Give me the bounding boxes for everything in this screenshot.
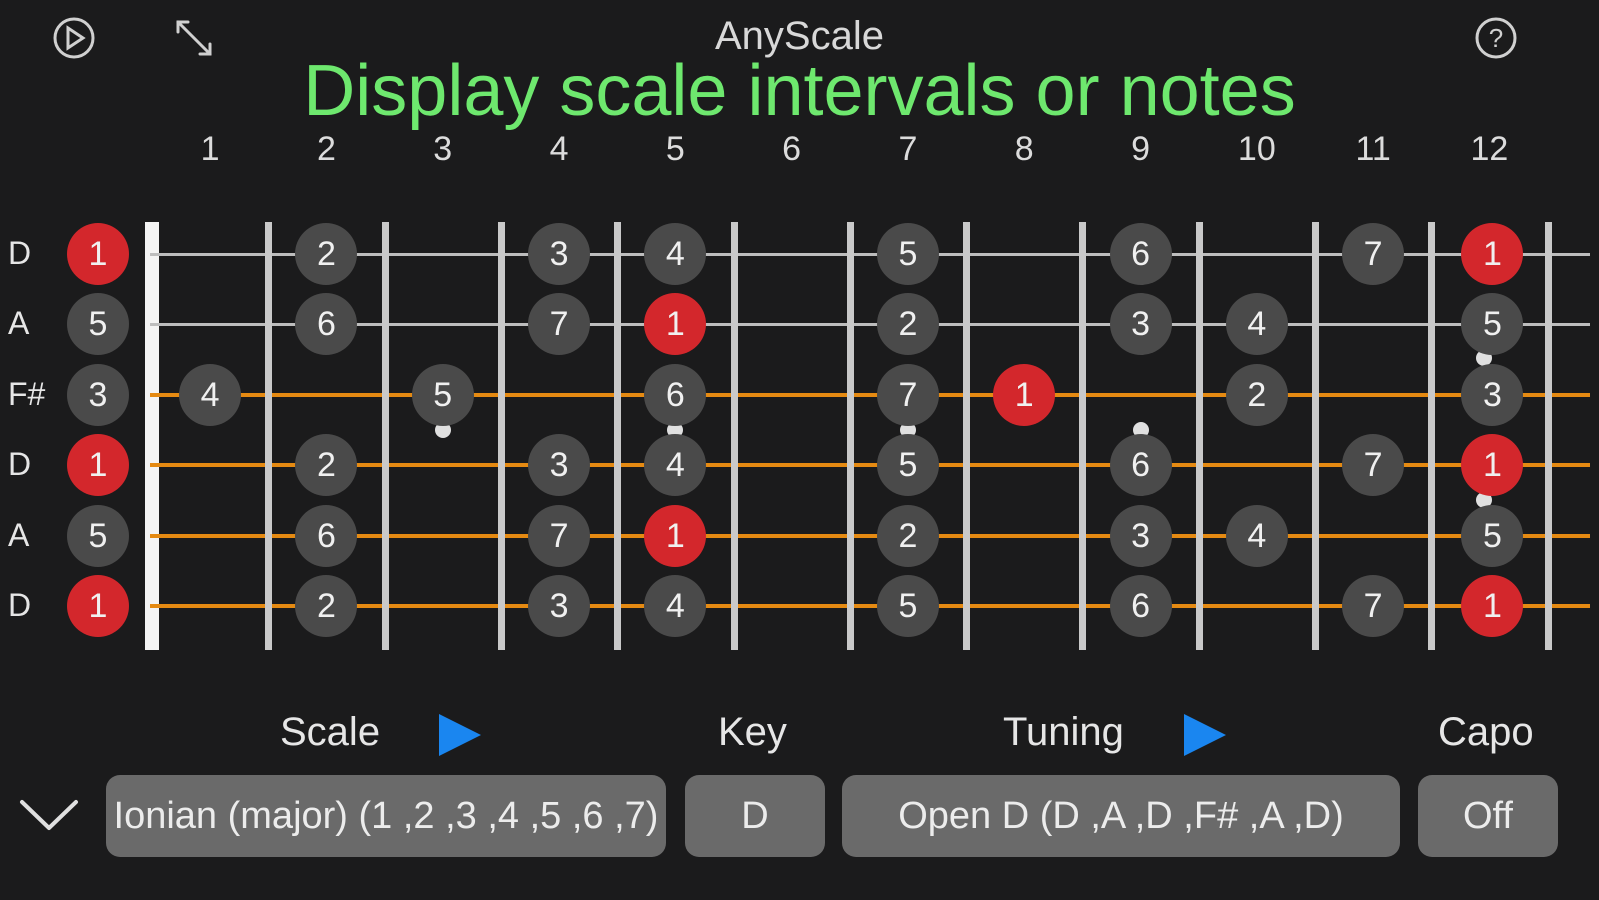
root-note-marker[interactable]: 1 (993, 364, 1056, 426)
fret-number: 8 (1014, 130, 1034, 168)
scale-label: Scale (280, 710, 381, 754)
note-marker[interactable]: 6 (1109, 575, 1172, 637)
note-marker[interactable]: 6 (295, 293, 358, 355)
nut (145, 222, 159, 650)
fret-number: 2 (316, 130, 336, 168)
fret-number: 7 (898, 130, 918, 168)
note-marker[interactable]: 3 (1109, 293, 1172, 355)
note-marker[interactable]: 3 (1109, 505, 1172, 567)
note-marker[interactable]: 4 (644, 575, 707, 637)
note-marker[interactable]: 7 (528, 505, 591, 567)
fret-number: 4 (549, 130, 569, 168)
note-marker[interactable]: 5 (67, 505, 129, 567)
note-marker[interactable]: 3 (528, 223, 591, 285)
note-marker[interactable]: 7 (1342, 575, 1405, 637)
root-note-marker[interactable]: 1 (1461, 223, 1524, 285)
fret-wire (1079, 222, 1087, 650)
fret-wire (1544, 222, 1552, 650)
note-marker[interactable]: 2 (295, 575, 358, 637)
headline: Display scale intervals or notes (303, 51, 1296, 131)
fret-number: 9 (1131, 130, 1150, 168)
fret-number: 3 (433, 130, 453, 168)
fret-number: 1 (200, 130, 220, 168)
root-note-marker[interactable]: 1 (644, 293, 707, 355)
note-marker[interactable]: 3 (1461, 364, 1524, 426)
note-marker[interactable]: 3 (528, 575, 591, 637)
note-marker[interactable]: 6 (644, 364, 707, 426)
note-marker[interactable]: 5 (1461, 293, 1524, 355)
root-note-marker[interactable]: 1 (644, 505, 707, 567)
note-marker[interactable]: 5 (876, 575, 939, 637)
note-marker[interactable]: 4 (179, 364, 242, 426)
root-note-marker[interactable]: 1 (67, 434, 129, 496)
capo-label: Capo (1438, 710, 1534, 754)
string-line (150, 393, 1590, 397)
root-note-marker[interactable]: 1 (1461, 575, 1524, 637)
note-marker[interactable]: 5 (1461, 505, 1524, 567)
note-marker[interactable]: 7 (1342, 223, 1405, 285)
note-marker[interactable]: 5 (876, 434, 939, 496)
note-marker[interactable]: 2 (876, 293, 939, 355)
note-marker[interactable]: 5 (67, 293, 129, 355)
note-marker[interactable]: 4 (644, 434, 707, 496)
note-marker[interactable]: 6 (1109, 223, 1172, 285)
note-marker[interactable]: 3 (528, 434, 591, 496)
key-select[interactable]: D (685, 775, 825, 857)
note-marker[interactable]: 7 (1342, 434, 1405, 496)
fret-number: 10 (1237, 130, 1276, 168)
note-marker[interactable]: 5 (411, 364, 474, 426)
note-marker[interactable]: 2 (295, 434, 358, 496)
fret-wire (614, 222, 622, 650)
fret-number: 12 (1470, 130, 1509, 168)
string-label: A (8, 517, 30, 553)
note-marker[interactable]: 3 (67, 364, 129, 426)
fret-wire (497, 222, 505, 650)
string-line (150, 322, 1590, 326)
scale-select[interactable]: Ionian (major) (1 ,2 ,3 ,4 ,5 ,6 ,7) (106, 775, 666, 857)
note-marker[interactable]: 6 (1109, 434, 1172, 496)
note-marker[interactable]: 6 (295, 505, 358, 567)
string-line (150, 534, 1590, 538)
note-marker[interactable]: 4 (644, 223, 707, 285)
note-marker[interactable]: 4 (1225, 293, 1288, 355)
fret-number: 6 (782, 130, 802, 168)
string-label: D (8, 587, 32, 623)
note-marker[interactable]: 7 (876, 364, 939, 426)
svg-text:?: ? (1489, 23, 1503, 53)
string-label: F# (8, 376, 46, 412)
fret-wire (1312, 222, 1319, 650)
collapse-chevron-icon[interactable] (16, 790, 82, 840)
note-marker[interactable]: 2 (295, 223, 358, 285)
fret-wire (265, 222, 273, 650)
fret-wire (730, 222, 738, 650)
key-label: Key (718, 710, 787, 754)
fret-wire (963, 222, 971, 650)
fret-wire (1428, 222, 1436, 650)
tuning-select[interactable]: Open D (D ,A ,D ,F# ,A ,D) (842, 775, 1400, 857)
fret-number: 5 (665, 130, 685, 168)
note-marker[interactable]: 2 (1225, 364, 1288, 426)
tuning-label: Tuning (1003, 710, 1124, 754)
root-note-marker[interactable]: 1 (67, 223, 129, 285)
tuning-play-button[interactable] (1180, 710, 1230, 760)
string-label: A (8, 305, 30, 341)
note-marker[interactable]: 4 (1225, 505, 1288, 567)
note-marker[interactable]: 7 (528, 293, 591, 355)
capo-select[interactable]: Off (1418, 775, 1558, 857)
fret-number: 11 (1355, 130, 1391, 168)
note-marker[interactable]: 5 (876, 223, 939, 285)
root-note-marker[interactable]: 1 (1461, 434, 1524, 496)
fret-wire (381, 222, 389, 650)
string-label: D (8, 446, 32, 482)
fret-wire (1195, 222, 1203, 650)
note-marker[interactable]: 2 (876, 505, 939, 567)
string-label: D (8, 235, 32, 271)
fret-wire (846, 222, 854, 650)
scale-play-button[interactable] (435, 710, 485, 760)
root-note-marker[interactable]: 1 (67, 575, 129, 637)
